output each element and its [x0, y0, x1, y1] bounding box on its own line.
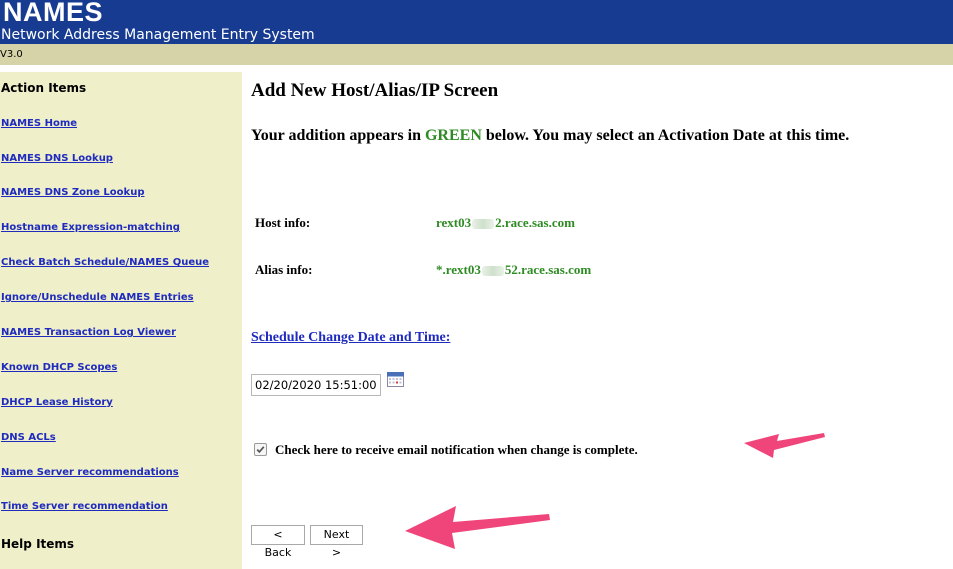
sidebar-item-dhcp-lease-history[interactable]: DHCP Lease History: [1, 397, 113, 408]
app-subtitle: Network Address Management Entry System: [1, 27, 315, 43]
host-info-value-end: 2.race.sas.com: [495, 215, 575, 230]
calendar-icon[interactable]: [387, 372, 404, 387]
header-divider: [0, 65, 953, 72]
email-notification-label: Check here to receive email notification…: [275, 442, 638, 457]
sidebar-item-name-server[interactable]: Name Server recommendations: [1, 467, 179, 478]
version-bar: V3.0: [0, 44, 953, 65]
sidebar-item-dns-zone-lookup[interactable]: NAMES DNS Zone Lookup: [1, 187, 144, 198]
sidebar-item-dhcp-scopes[interactable]: Known DHCP Scopes: [1, 362, 117, 373]
sidebar: Action Items NAMES Home NAMES DNS Lookup…: [0, 72, 242, 569]
sidebar-item-dns-acls[interactable]: DNS ACLs: [1, 432, 56, 443]
sidebar-heading-help-items: Help Items: [1, 537, 75, 551]
alias-info-value-end: 52.race.sas.com: [504, 262, 592, 277]
app-header: NAMES Network Address Management Entry S…: [0, 0, 953, 44]
message-prefix: Your addition appears in: [251, 127, 425, 144]
addition-message: Your addition appears in GREEN below. Yo…: [251, 127, 849, 145]
redacted-blur: [481, 266, 504, 277]
sidebar-heading-action-items: Action Items: [1, 81, 87, 95]
alias-info-value-start: *.rext03: [436, 262, 481, 277]
message-highlight: GREEN: [424, 127, 482, 144]
alias-info-value: *.rext03 52.race.sas.com: [436, 262, 591, 278]
sidebar-item-hostname-expression[interactable]: Hostname Expression-matching: [1, 222, 180, 233]
sidebar-item-transaction-log[interactable]: NAMES Transaction Log Viewer: [1, 327, 176, 338]
alias-info-label: Alias info:: [255, 262, 313, 277]
host-info-value-start: rext03: [436, 215, 472, 230]
sidebar-item-ignore-unschedule[interactable]: Ignore/Unschedule NAMES Entries: [1, 292, 194, 303]
sidebar-item-batch-schedule[interactable]: Check Batch Schedule/NAMES Queue: [1, 257, 209, 268]
message-suffix: below. You may select an Activation Date…: [481, 127, 850, 144]
sidebar-item-time-server[interactable]: Time Server recommendation: [1, 501, 168, 512]
host-info-value: rext03 2.race.sas.com: [436, 215, 575, 231]
page-title: Add New Host/Alias/IP Screen: [251, 80, 499, 101]
main-content: Add New Host/Alias/IP Screen Your additi…: [242, 72, 953, 569]
sidebar-item-dns-lookup[interactable]: NAMES DNS Lookup: [1, 153, 113, 164]
email-notification-checkbox[interactable]: [254, 443, 267, 456]
sidebar-item-names-home[interactable]: NAMES Home: [1, 118, 77, 129]
host-info-label: Host info:: [255, 215, 311, 230]
version-label: V3.0: [0, 49, 23, 60]
back-button[interactable]: < Back: [251, 525, 305, 559]
redacted-blur: [472, 219, 495, 230]
next-button[interactable]: Next >: [310, 525, 363, 559]
app-title: NAMES: [3, 0, 104, 27]
activation-date-input[interactable]: [251, 374, 381, 396]
schedule-change-link[interactable]: Schedule Change Date and Time:: [251, 330, 450, 346]
